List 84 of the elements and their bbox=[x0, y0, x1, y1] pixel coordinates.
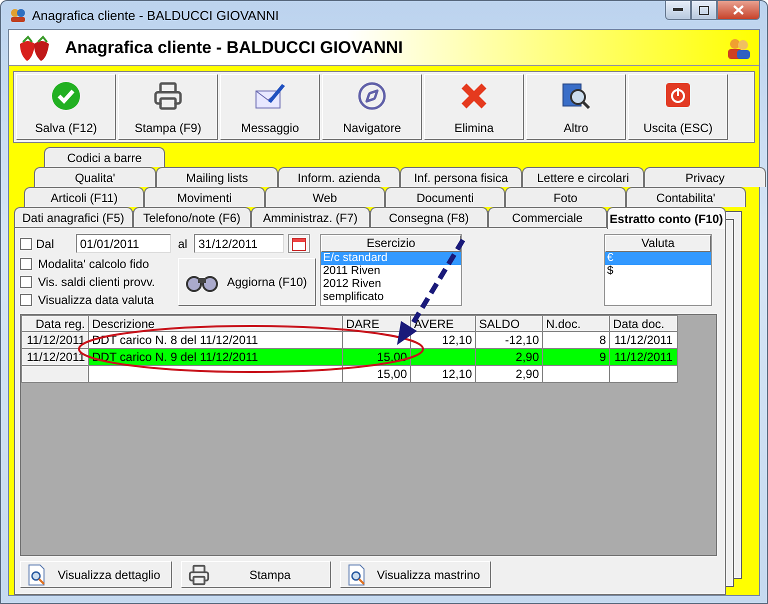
app-icon bbox=[10, 7, 26, 23]
total-cell: 12,10 bbox=[410, 366, 476, 382]
tab[interactable]: Estratto conto (F10) bbox=[606, 207, 726, 229]
tab[interactable]: Qualita' bbox=[34, 167, 156, 187]
action-button[interactable]: Visualizza dettaglio bbox=[20, 561, 172, 588]
column-header: Data doc. bbox=[610, 316, 678, 332]
tab[interactable]: Foto bbox=[505, 187, 626, 207]
table-cell: 9 bbox=[542, 348, 610, 366]
field-label: al bbox=[178, 236, 188, 250]
page-title: Anagrafica cliente - BALDUCCI GIOVANNI bbox=[65, 38, 403, 58]
minimize-button[interactable] bbox=[665, 1, 691, 20]
printer-icon bbox=[153, 81, 183, 111]
action-button[interactable]: Stampa bbox=[181, 561, 331, 588]
tab[interactable]: Telefono/note (F6) bbox=[132, 207, 252, 227]
checkbox-label: Visualizza data valuta bbox=[38, 293, 154, 307]
tab[interactable]: Movimenti bbox=[144, 187, 265, 207]
cross-icon bbox=[459, 81, 489, 111]
toolbar-button[interactable]: Altro bbox=[526, 74, 626, 140]
tab[interactable]: Commerciale bbox=[488, 207, 607, 227]
list-item[interactable]: 2011 Riven bbox=[321, 265, 461, 278]
tab[interactable]: Inf. persona fisica bbox=[400, 167, 522, 187]
column-header: Data reg. bbox=[22, 316, 88, 332]
book-magnifier-icon bbox=[560, 81, 592, 111]
column-header: Descrizione bbox=[88, 316, 342, 332]
column-header: N.doc. bbox=[542, 316, 610, 332]
column-header: AVERE bbox=[410, 316, 476, 332]
power-icon bbox=[664, 81, 692, 109]
table-cell: 11/12/2011 bbox=[610, 332, 678, 348]
calendar-button[interactable] bbox=[288, 234, 310, 253]
check-icon bbox=[51, 81, 81, 111]
toolbar-button[interactable]: Uscita (ESC) bbox=[628, 74, 728, 140]
tab[interactable]: Contabilita' bbox=[626, 187, 746, 207]
document-magnifier-icon bbox=[27, 564, 47, 586]
tab[interactable]: Mailing lists bbox=[156, 167, 278, 187]
table-cell: 11/12/2011 bbox=[22, 332, 88, 348]
checkbox[interactable] bbox=[20, 294, 32, 306]
envelope-pen-icon bbox=[254, 81, 286, 111]
tab[interactable]: Dati anagrafici (F5) bbox=[14, 207, 133, 227]
date-field[interactable]: 01/01/2011 bbox=[76, 234, 171, 253]
list-item[interactable]: 2012 Riven bbox=[321, 278, 461, 291]
checkbox[interactable] bbox=[20, 238, 32, 250]
table-cell: 2,90 bbox=[476, 348, 542, 366]
minimize-icon bbox=[673, 8, 683, 12]
date-field[interactable]: 31/12/2011 bbox=[194, 234, 284, 253]
tab[interactable]: Lettere e circolari bbox=[522, 167, 644, 187]
maximize-icon bbox=[699, 6, 709, 14]
action-button[interactable]: Visualizza mastrino bbox=[340, 561, 491, 588]
toolbar-button[interactable]: Messaggio bbox=[220, 74, 320, 140]
list-header: Valuta bbox=[605, 235, 711, 252]
maximize-button[interactable] bbox=[691, 1, 717, 20]
close-button[interactable] bbox=[717, 1, 760, 20]
tab[interactable]: Inform. azienda bbox=[278, 167, 400, 187]
checkbox[interactable] bbox=[20, 276, 32, 288]
tab[interactable]: Amministraz. (F7) bbox=[251, 207, 370, 227]
list-header: Esercizio bbox=[321, 235, 461, 252]
table-cell: 11/12/2011 bbox=[22, 348, 88, 366]
tab[interactable]: Privacy bbox=[644, 167, 766, 187]
list-item[interactable]: $ bbox=[605, 265, 711, 278]
checkbox-label: Vis. saldi clienti provv. bbox=[38, 275, 155, 289]
document-magnifier-icon bbox=[347, 564, 367, 586]
refresh-button[interactable]: Aggiorna (F10) bbox=[178, 258, 316, 306]
tab[interactable]: Web bbox=[264, 187, 385, 207]
table-cell: 11/12/2011 bbox=[610, 348, 678, 366]
tab[interactable]: Consegna (F8) bbox=[370, 207, 488, 227]
tab[interactable]: Codici a barre bbox=[44, 147, 165, 167]
table-cell: -12,10 bbox=[476, 332, 542, 348]
tab[interactable]: Documenti bbox=[384, 187, 506, 207]
table-cell: 12,10 bbox=[410, 332, 476, 348]
toolbar-button[interactable]: Navigatore bbox=[322, 74, 422, 140]
total-cell: 2,90 bbox=[476, 366, 542, 382]
compass-icon bbox=[357, 81, 387, 111]
checkbox[interactable] bbox=[20, 258, 32, 270]
column-header: SALDO bbox=[476, 316, 542, 332]
toolbar-button[interactable]: Stampa (F9) bbox=[118, 74, 218, 140]
close-icon bbox=[733, 5, 744, 15]
printer-icon bbox=[188, 564, 210, 586]
toolbar-button[interactable]: Elimina bbox=[424, 74, 524, 140]
tab[interactable]: Articoli (F11) bbox=[24, 187, 144, 207]
checkbox-label: Modalita' calcolo fido bbox=[38, 257, 150, 271]
window-title: Anagrafica cliente - BALDUCCI GIOVANNI bbox=[32, 8, 279, 22]
table-cell: 8 bbox=[542, 332, 610, 348]
checkbox-label: Dal bbox=[36, 236, 56, 250]
list-item[interactable]: semplificato bbox=[321, 291, 461, 304]
toolbar-button[interactable]: Salva (F12) bbox=[16, 74, 116, 140]
